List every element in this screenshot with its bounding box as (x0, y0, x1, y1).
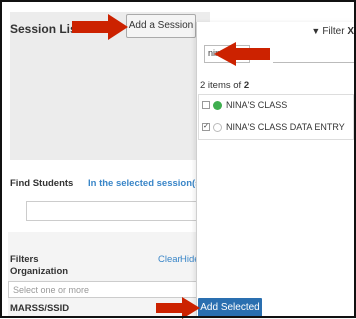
organization-select[interactable]: Select one or more (8, 281, 204, 298)
list-item-label: NINA'S CLASS (226, 100, 288, 110)
funnel-icon: ▼ (311, 26, 321, 36)
organization-label: Organization (10, 266, 69, 277)
inactive-status-icon (213, 123, 222, 132)
filter-header[interactable]: ▼ Filter X (311, 26, 354, 37)
red-arrow-icon (214, 42, 270, 66)
close-icon[interactable]: X (347, 26, 354, 37)
item-count: 2 items of 2 (200, 80, 249, 91)
add-selected-button[interactable]: Add Selected (198, 298, 262, 318)
active-status-icon (213, 101, 222, 110)
find-students-label: Find Students (10, 178, 74, 189)
add-session-button[interactable]: Add a Session (126, 14, 196, 38)
marss-ssid-label: MARSS/SSID (10, 303, 70, 314)
session-item-list: NINA'S CLASS ✓ NINA'S CLASS DATA ENTRY (198, 94, 354, 140)
session-list-title: Session List (10, 22, 81, 36)
red-arrow-icon (72, 14, 128, 40)
session-picker-dropdown (196, 22, 356, 318)
secondary-search-field[interactable] (273, 47, 354, 63)
list-item-label: NINA'S CLASS DATA ENTRY (226, 122, 345, 132)
filters-label: Filters (10, 254, 39, 265)
list-item[interactable]: NINA'S CLASS (199, 95, 353, 117)
find-students-input[interactable] (26, 201, 204, 221)
filter-label: Filter (322, 26, 345, 37)
checkbox[interactable] (202, 101, 210, 109)
red-arrow-icon (156, 297, 200, 319)
clear-filters-link[interactable]: Clear (158, 254, 181, 265)
item-count-prefix: 2 items of (200, 80, 244, 91)
checkbox-checked[interactable]: ✓ (202, 123, 210, 131)
list-item[interactable]: ✓ NINA'S CLASS DATA ENTRY (199, 117, 353, 139)
item-count-total: 2 (243, 80, 250, 91)
